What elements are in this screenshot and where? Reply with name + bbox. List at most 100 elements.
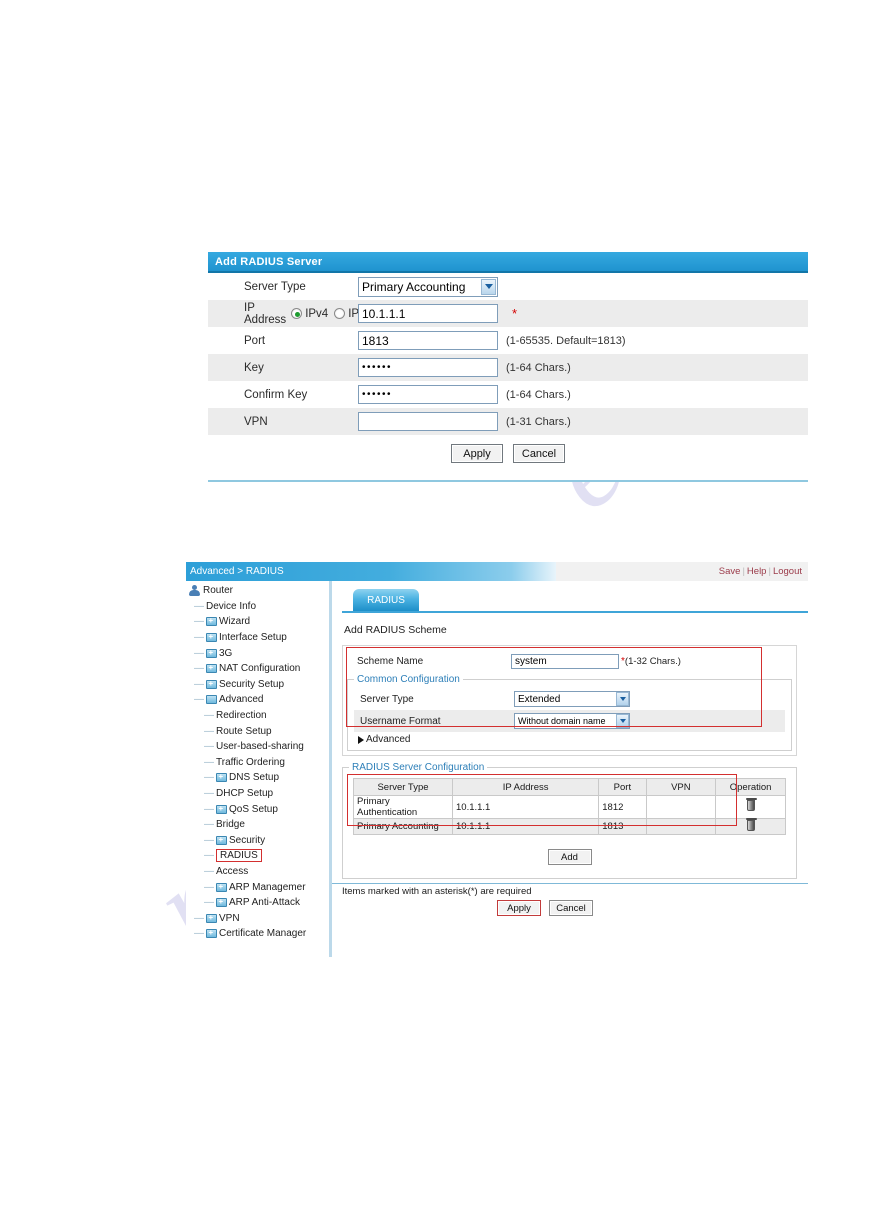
add-button[interactable]: Add (547, 849, 592, 865)
key-input[interactable] (358, 358, 498, 377)
delete-icon[interactable] (745, 817, 757, 831)
ip-address-field (358, 304, 498, 323)
sidebar-item-label: Wizard (219, 616, 251, 628)
sidebar-item-user-based-sharing[interactable]: — User-based-sharing (186, 739, 329, 755)
table-header-row: Server Type IP Address Port VPN Operatio… (353, 778, 786, 796)
port-field (358, 331, 498, 350)
tree-connector: — (204, 897, 214, 909)
tree-connector: — (194, 600, 204, 612)
sidebar-item-arp-managemer[interactable]: — ARP Managemer (186, 879, 329, 895)
sidebar-item-vpn[interactable]: — VPN (186, 910, 329, 926)
server-type-select[interactable]: Primary Accounting (358, 276, 498, 297)
sidebar-item-arp-anti-attack[interactable]: — ARP Anti-Attack (186, 895, 329, 911)
folder-plus-icon[interactable] (206, 615, 217, 627)
scheme-server-type-select[interactable]: Extended (514, 691, 630, 707)
help-link[interactable]: Help (747, 566, 767, 577)
tree-connector: — (204, 881, 214, 893)
ipv4-radio[interactable] (291, 308, 303, 319)
vpn-hint: (1-31 Chars.) (506, 415, 571, 428)
form-row-server-type: Server Type Primary Accounting (208, 273, 808, 300)
cell-port: 1812 (598, 795, 647, 819)
folder-plus-icon[interactable] (206, 678, 217, 689)
chevron-down-icon[interactable] (616, 692, 629, 706)
chevron-down-icon[interactable] (616, 714, 629, 728)
th-server-type: Server Type (353, 778, 453, 796)
sidebar-item-route-setup[interactable]: — Route Setup (186, 723, 329, 739)
folder-plus-icon[interactable] (216, 834, 227, 845)
cancel-button[interactable]: Cancel (549, 900, 593, 916)
chevron-down-icon[interactable] (481, 278, 496, 295)
advanced-toggle[interactable]: Advanced (358, 734, 785, 745)
folder-plus-icon[interactable] (206, 927, 217, 939)
sidebar-item-device-info[interactable]: — Device Info (186, 599, 329, 615)
sidebar-item-advanced[interactable]: — Advanced (186, 692, 329, 708)
sidebar-item-label: VPN (219, 912, 240, 924)
server-type-value: Primary Accounting (362, 279, 466, 294)
cell-vpn (645, 818, 717, 835)
folder-plus-icon[interactable] (216, 881, 227, 892)
sidebar-item-wizard[interactable]: — Wizard (186, 614, 329, 630)
sidebar-item-dhcp-setup[interactable]: — DHCP Setup (186, 786, 329, 802)
tab-radius[interactable]: RADIUS (353, 589, 419, 611)
folder-plus-icon[interactable] (206, 912, 217, 923)
sidebar-item-3g[interactable]: — 3G (186, 645, 329, 661)
folder-plus-icon[interactable] (206, 662, 217, 674)
sidebar-item-qos-setup[interactable]: — QoS Setup (186, 801, 329, 817)
delete-icon[interactable] (745, 798, 757, 811)
folder-plus-icon[interactable] (206, 647, 217, 658)
form-row-port: Port (1-65535. Default=1813) (208, 327, 808, 354)
username-format-value: Without domain name (518, 716, 606, 726)
tree-connector: — (204, 834, 214, 846)
ipv4-label: IPv4 (305, 307, 329, 320)
sidebar-item-access[interactable]: — Access (186, 864, 329, 880)
sidebar-item-label: Redirection (216, 710, 267, 722)
sidebar-item-nat-configuration[interactable]: — NAT Configuration (186, 661, 329, 677)
folder-plus-icon[interactable] (216, 896, 227, 908)
scheme-card: Scheme Name *(1-32 Chars.) Common Config… (342, 645, 797, 756)
port-input[interactable] (358, 331, 498, 350)
tree-connector: — (194, 663, 204, 675)
radius-server-table: Server Type IP Address Port VPN Operatio… (353, 778, 786, 835)
tree-connector: — (194, 616, 204, 628)
folder-plus-icon[interactable] (216, 771, 227, 783)
confirm-key-input[interactable] (358, 385, 498, 404)
sidebar-item-dns-setup[interactable]: — DNS Setup (186, 770, 329, 786)
sidebar-item-traffic-ordering[interactable]: — Traffic Ordering (186, 755, 329, 771)
ip-address-label: IP Address (244, 301, 287, 326)
sidebar-item-certificate-manager[interactable]: — Certificate Manager (186, 926, 329, 942)
form-row-key: Key (1-64 Chars.) (208, 354, 808, 381)
ip-address-input[interactable] (358, 304, 498, 323)
ipv6-radio[interactable] (334, 308, 346, 319)
apply-button[interactable]: Apply (451, 444, 503, 463)
tree-connector: — (194, 647, 204, 659)
scheme-name-hint-group: *(1-32 Chars.) (619, 656, 681, 667)
sidebar-item-redirection[interactable]: — Redirection (186, 708, 329, 724)
scheme-name-input[interactable] (511, 653, 619, 669)
cancel-button[interactable]: Cancel (513, 444, 565, 463)
username-format-label: Username Format (360, 715, 441, 727)
tree-connector: — (194, 928, 204, 940)
save-link[interactable]: Save (719, 566, 741, 577)
folder-plus-icon[interactable] (206, 631, 217, 643)
content-bottom-divider (332, 883, 808, 884)
radius-server-configuration-legend: RADIUS Server Configuration (352, 762, 485, 773)
vpn-input[interactable] (358, 412, 498, 431)
common-configuration-fieldset: Common Configuration Server Type Extende… (347, 674, 792, 751)
sidebar-item-security-setup[interactable]: — Security Setup (186, 677, 329, 693)
folder-plus-icon[interactable] (216, 803, 227, 814)
router-body: Router —Device Info—Wizard—Interface Set… (186, 581, 808, 957)
sidebar-root-router[interactable]: Router (186, 583, 329, 599)
port-label: Port (244, 334, 266, 347)
sidebar-item-bridge[interactable]: — Bridge (186, 817, 329, 833)
sidebar-item-radius[interactable]: — RADIUS (186, 848, 329, 864)
logout-link[interactable]: Logout (773, 566, 802, 577)
sidebar-item-security[interactable]: — Security (186, 833, 329, 849)
username-format-select[interactable]: Without domain name (514, 713, 630, 729)
folder-open-icon[interactable] (206, 695, 217, 705)
tree-connector: — (194, 694, 204, 706)
tree-connector: — (204, 772, 214, 784)
apply-button[interactable]: Apply (497, 900, 541, 916)
tree-connector: — (204, 819, 214, 831)
sidebar-item-interface-setup[interactable]: — Interface Setup (186, 630, 329, 646)
tree-connector: — (194, 912, 204, 924)
